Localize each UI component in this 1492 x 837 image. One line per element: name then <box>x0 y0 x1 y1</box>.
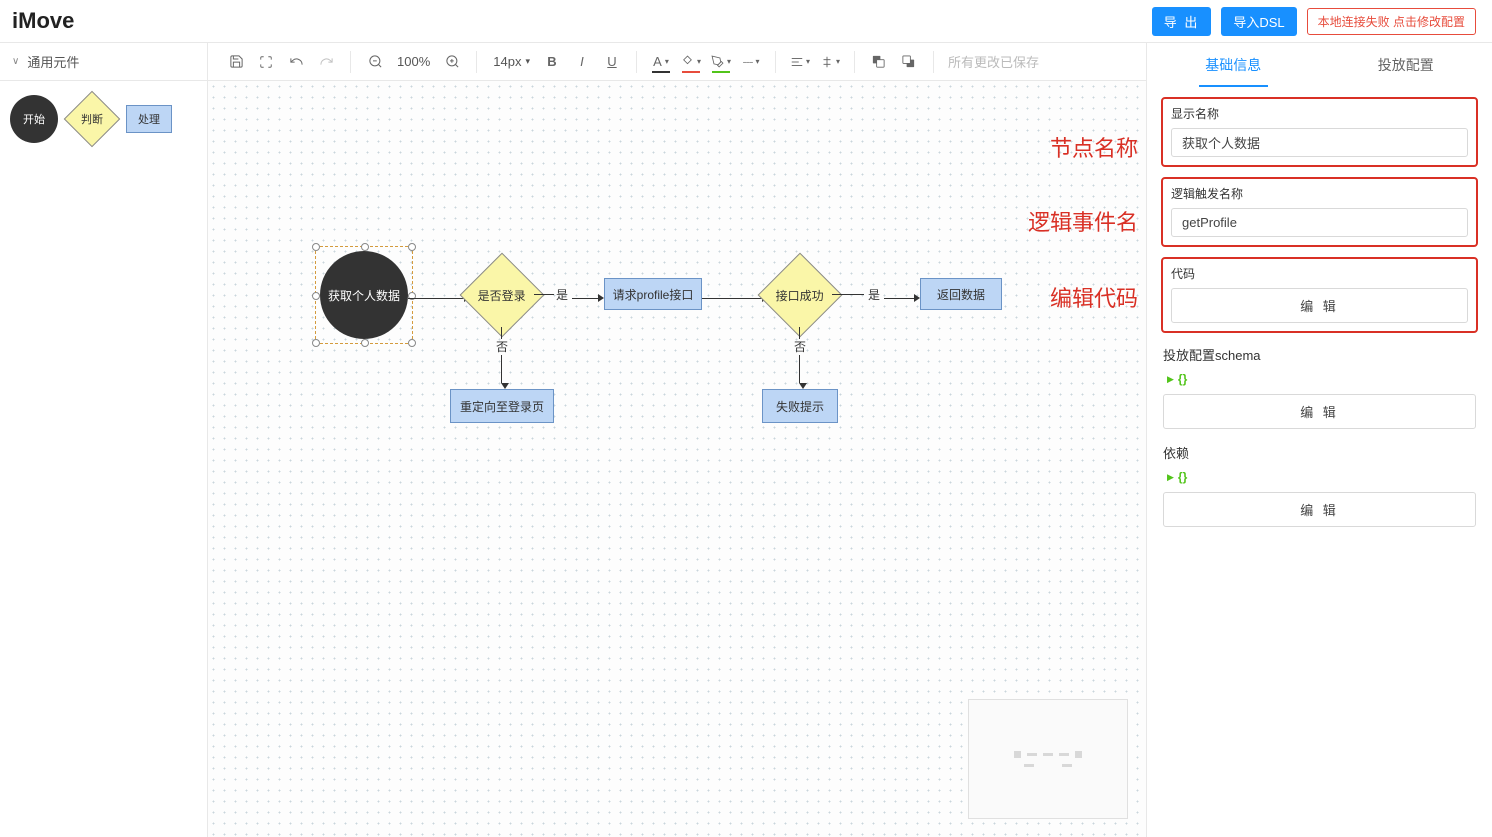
tab-deploy-config[interactable]: 投放配置 <box>1320 43 1492 87</box>
undo-icon[interactable] <box>284 50 308 74</box>
shape-palette-sidebar: ∨ 通用元件 开始 判断 处理 <box>0 43 208 837</box>
font-color-icon[interactable]: A▾ <box>649 50 673 74</box>
zoom-level[interactable]: 100% <box>393 54 434 69</box>
edge[interactable] <box>572 294 604 302</box>
code-label: 代码 <box>1171 265 1468 282</box>
resize-handle[interactable] <box>312 292 320 300</box>
zoom-in-icon[interactable] <box>440 50 464 74</box>
edit-schema-button[interactable]: 编 辑 <box>1163 394 1476 429</box>
node-start[interactable]: 获取个人数据 <box>320 251 408 339</box>
editor-toolbar: 100% 14px ▾ B I U A▾ ▾ ▾ ---▾ ▾ ▾ 所有更改已保… <box>208 43 1146 81</box>
export-button[interactable]: 导 出 <box>1152 7 1212 36</box>
annotation-logic-event: 逻辑事件名 <box>1028 205 1138 237</box>
annotation-edit-code: 编辑代码 <box>1050 281 1138 313</box>
triangle-right-icon: ▶ <box>1167 374 1174 385</box>
app-header: iMove 导 出 导入DSL 本地连接失败 点击修改配置 <box>0 0 1492 43</box>
tab-basic-info[interactable]: 基础信息 <box>1147 43 1320 87</box>
v-align-icon[interactable]: ▾ <box>818 50 842 74</box>
edge-label: 是 <box>556 286 568 303</box>
palette-section-label: 通用元件 <box>27 52 79 71</box>
node-request-profile[interactable]: 请求profile接口 <box>604 278 702 310</box>
resize-handle[interactable] <box>408 243 416 251</box>
chevron-down-icon: ∨ <box>12 56 19 67</box>
bold-icon[interactable]: B <box>540 50 564 74</box>
shape-palette: 开始 判断 处理 <box>0 81 207 157</box>
property-panel: 基础信息 投放配置 显示名称 逻辑触发名称 代码 编 辑 投放配置schema … <box>1146 43 1492 837</box>
save-status: 所有更改已保存 <box>938 52 1039 71</box>
trigger-name-field-box: 逻辑触发名称 <box>1161 177 1478 247</box>
redo-icon[interactable] <box>314 50 338 74</box>
trigger-name-input[interactable] <box>1171 208 1468 237</box>
schema-json-toggle[interactable]: ▶{} <box>1163 372 1476 386</box>
flow-canvas[interactable]: 获取个人数据 是否登录 是 请求profile接口 接口成功 是 返回数据 否 … <box>208 81 1146 837</box>
caret-down-icon: ▾ <box>755 57 759 66</box>
italic-icon[interactable]: I <box>570 50 594 74</box>
edge[interactable] <box>832 294 864 295</box>
edge-label: 否 <box>496 338 508 355</box>
zoom-out-icon[interactable] <box>363 50 387 74</box>
edge[interactable] <box>501 355 502 389</box>
line-style-icon[interactable]: ---▾ <box>739 50 763 74</box>
send-back-icon[interactable] <box>897 50 921 74</box>
palette-section-toggle[interactable]: ∨ 通用元件 <box>0 43 207 81</box>
deps-json-toggle[interactable]: ▶{} <box>1163 470 1476 484</box>
h-align-icon[interactable]: ▾ <box>788 50 812 74</box>
caret-down-icon: ▾ <box>525 56 530 67</box>
display-name-label: 显示名称 <box>1171 105 1468 122</box>
edit-deps-button[interactable]: 编 辑 <box>1163 492 1476 527</box>
fit-view-icon[interactable] <box>254 50 278 74</box>
palette-process-shape[interactable]: 处理 <box>126 105 172 133</box>
node-fail-hint[interactable]: 失败提示 <box>762 389 838 423</box>
code-field-box: 代码 编 辑 <box>1161 257 1478 333</box>
trigger-name-label: 逻辑触发名称 <box>1171 185 1468 202</box>
node-return-data[interactable]: 返回数据 <box>920 278 1002 310</box>
triangle-right-icon: ▶ <box>1167 472 1174 483</box>
caret-down-icon: ▾ <box>806 57 810 66</box>
bring-front-icon[interactable] <box>867 50 891 74</box>
minimap[interactable] <box>968 699 1128 819</box>
edge[interactable] <box>534 294 554 295</box>
display-name-input[interactable] <box>1171 128 1468 157</box>
edge-label: 是 <box>868 286 880 303</box>
import-dsl-button[interactable]: 导入DSL <box>1221 7 1296 36</box>
edge[interactable] <box>799 355 800 389</box>
fill-color-icon[interactable]: ▾ <box>679 50 703 74</box>
edge[interactable] <box>501 327 502 339</box>
caret-down-icon: ▾ <box>665 57 669 66</box>
display-name-field-box: 显示名称 <box>1161 97 1478 167</box>
caret-down-icon: ▾ <box>836 57 840 66</box>
edge[interactable] <box>884 294 920 302</box>
node-api-success[interactable]: 接口成功 <box>758 253 843 338</box>
palette-decision-shape[interactable]: 判断 <box>64 91 121 148</box>
edit-code-button[interactable]: 编 辑 <box>1171 288 1468 323</box>
caret-down-icon: ▾ <box>727 57 731 66</box>
node-redirect-login[interactable]: 重定向至登录页 <box>450 389 554 423</box>
canvas-viewport[interactable]: 获取个人数据 是否登录 是 请求profile接口 接口成功 是 返回数据 否 … <box>208 81 1146 837</box>
schema-section: 投放配置schema ▶{} 编 辑 <box>1161 343 1478 431</box>
edge[interactable] <box>799 327 800 339</box>
edge-label: 否 <box>794 338 806 355</box>
underline-icon[interactable]: U <box>600 50 624 74</box>
resize-handle[interactable] <box>312 339 320 347</box>
font-size-select[interactable]: 14px ▾ <box>489 54 534 69</box>
resize-handle[interactable] <box>361 339 369 347</box>
schema-label: 投放配置schema <box>1163 345 1476 364</box>
app-title: iMove <box>12 8 74 34</box>
node-login-check[interactable]: 是否登录 <box>460 253 545 338</box>
deps-section: 依赖 ▶{} 编 辑 <box>1161 441 1478 529</box>
caret-down-icon: ▾ <box>697 57 701 66</box>
panel-tabs: 基础信息 投放配置 <box>1147 43 1492 87</box>
connection-status-button[interactable]: 本地连接失败 点击修改配置 <box>1307 8 1476 35</box>
deps-label: 依赖 <box>1163 443 1476 462</box>
header-actions: 导 出 导入DSL 本地连接失败 点击修改配置 <box>1152 7 1476 36</box>
resize-handle[interactable] <box>312 243 320 251</box>
border-color-icon[interactable]: ▾ <box>709 50 733 74</box>
save-icon[interactable] <box>224 50 248 74</box>
resize-handle[interactable] <box>408 339 416 347</box>
resize-handle[interactable] <box>361 243 369 251</box>
palette-start-shape[interactable]: 开始 <box>10 95 58 143</box>
annotation-node-name: 节点名称 <box>1050 131 1138 163</box>
